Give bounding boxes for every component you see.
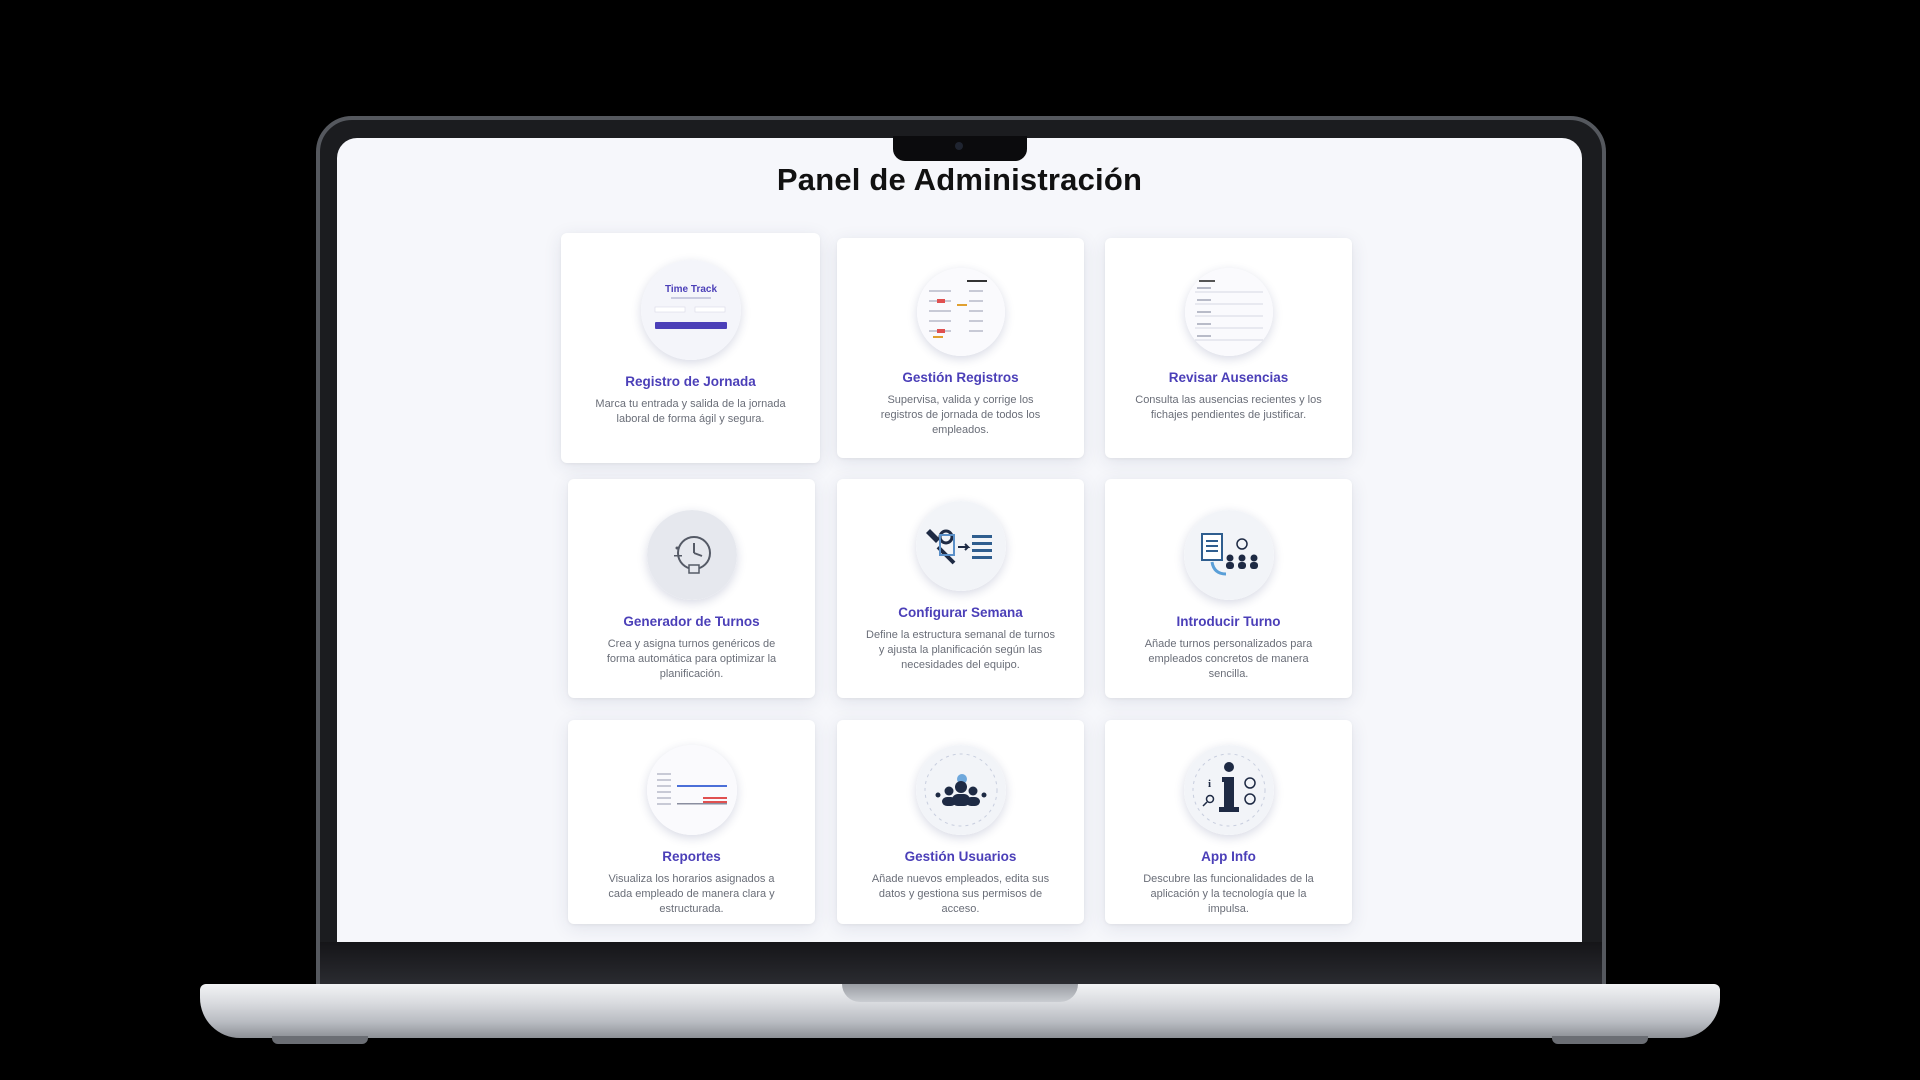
card-description: Descubre las funcionalidades de la aplic… xyxy=(1143,873,1314,915)
laptop-foot-left xyxy=(272,1036,368,1044)
card-description: Consulta las ausencias recientes y los f… xyxy=(1135,394,1322,421)
clock-calendar-icon xyxy=(646,510,737,600)
camera-icon xyxy=(955,142,963,150)
card-title: Introducir Turno xyxy=(1176,614,1281,629)
info-icon: i xyxy=(1183,745,1274,835)
card-gestion-registros[interactable]: Gestión Registros Supervisa, valida y co… xyxy=(837,238,1084,458)
card-title: Generador de Turnos xyxy=(623,614,760,629)
card-generador-turnos[interactable]: Generador de Turnos Crea y asigna turnos… xyxy=(568,479,815,698)
card-description: Visualiza los horarios asignados a cada … xyxy=(608,873,775,915)
document-team-icon xyxy=(1183,510,1274,600)
card-gestion-usuarios[interactable]: Gestión Usuarios Añade nuevos empleados,… xyxy=(837,720,1084,924)
card-configurar-semana[interactable]: Configurar Semana Define la estructura s… xyxy=(837,479,1084,698)
users-group-icon xyxy=(915,745,1006,835)
page-title: Panel de Administración xyxy=(776,162,1143,197)
card-title: Revisar Ausencias xyxy=(1168,370,1289,385)
laptop-screen: Panel de Administración Time Track Regis… xyxy=(337,138,1582,942)
records-list-thumbnail-icon xyxy=(916,268,1005,356)
card-description: Crea y asigna turnos genéricos de forma … xyxy=(606,638,777,680)
card-description: Añade turnos personalizados para emplead… xyxy=(1144,638,1313,680)
card-title: Configurar Semana xyxy=(898,605,1023,620)
card-introducir-turno[interactable]: Introducir Turno Añade turnos personaliz… xyxy=(1105,479,1352,698)
card-app-info[interactable]: i App Info Descubre las funcionalidades … xyxy=(1105,720,1352,924)
card-title: Registro de Jornada xyxy=(625,374,756,389)
card-revisar-ausencias[interactable]: Revisar Ausencias Consulta las ausencias… xyxy=(1105,238,1352,458)
card-title: App Info xyxy=(1201,849,1256,864)
card-description: Define la estructura semanal de turnos y… xyxy=(866,629,1055,671)
card-title: Gestión Usuarios xyxy=(904,849,1017,864)
camera-notch xyxy=(893,136,1027,161)
card-registro-jornada[interactable]: Time Track Registro de Jornada Marca tu … xyxy=(561,233,820,463)
laptop-foot-right xyxy=(1552,1036,1648,1044)
card-title: Reportes xyxy=(662,849,721,864)
tools-checklist-icon xyxy=(915,501,1006,591)
card-reportes[interactable]: Reportes Visualiza los horarios asignado… xyxy=(568,720,815,924)
card-description: Añade nuevos empleados, edita sus datos … xyxy=(871,873,1050,915)
card-description: Marca tu entrada y salida de la jornada … xyxy=(595,398,786,425)
thumb-title: Time Track xyxy=(664,284,717,295)
screen-bottom-bezel xyxy=(320,942,1602,984)
card-description: Supervisa, valida y corrige los registro… xyxy=(880,394,1041,436)
time-track-thumbnail-icon: Time Track xyxy=(640,260,741,360)
report-grid-thumbnail-icon xyxy=(646,745,737,835)
svg-text:i: i xyxy=(1208,778,1211,790)
laptop-base-notch xyxy=(842,984,1078,1002)
absences-list-thumbnail-icon xyxy=(1184,268,1273,356)
card-title: Gestión Registros xyxy=(902,370,1019,385)
